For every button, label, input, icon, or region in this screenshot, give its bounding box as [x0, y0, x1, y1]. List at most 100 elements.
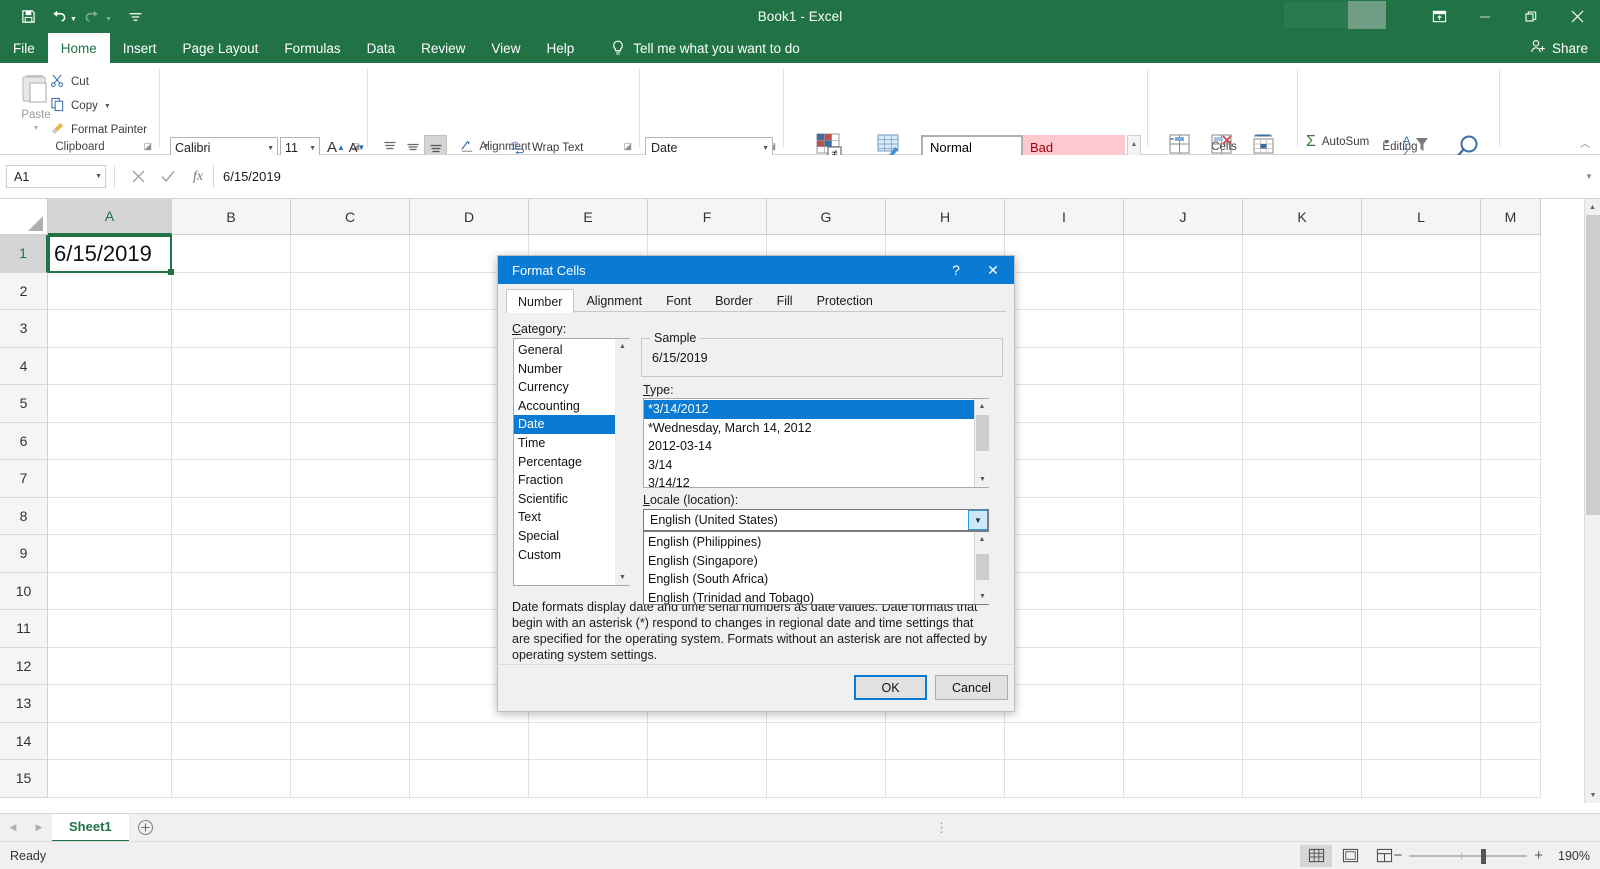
- locale-dropdown-scrollbar[interactable]: ▲ ▼: [974, 532, 989, 604]
- cell-K10[interactable]: [1243, 572, 1362, 610]
- type-scroll-up-icon[interactable]: ▲: [975, 399, 989, 414]
- category-item-4[interactable]: Date: [514, 415, 629, 434]
- cell-L11[interactable]: [1362, 610, 1481, 648]
- customize-qat-icon[interactable]: [122, 5, 150, 29]
- locale-dropdown-caret-icon[interactable]: ▼: [968, 510, 988, 530]
- locale-item-0[interactable]: English (Philippines): [644, 533, 988, 552]
- cell-K9[interactable]: [1243, 535, 1362, 573]
- scroll-up-icon[interactable]: ▲: [1585, 199, 1600, 215]
- minimize-icon[interactable]: [1462, 0, 1508, 33]
- cell-A7[interactable]: [48, 460, 172, 498]
- cell-B8[interactable]: [172, 497, 291, 535]
- cell-L9[interactable]: [1362, 535, 1481, 573]
- cell-E14[interactable]: [529, 722, 648, 760]
- cell-I2[interactable]: [1005, 272, 1124, 310]
- type-scroll-down-icon[interactable]: ▼: [975, 472, 990, 487]
- type-item-0[interactable]: *3/14/2012: [644, 400, 988, 419]
- category-scrollbar[interactable]: ▲ ▼: [615, 339, 630, 585]
- format-painter-button[interactable]: Format Painter: [50, 121, 147, 139]
- cell-M14[interactable]: [1481, 722, 1541, 760]
- locale-combobox[interactable]: English (United States) ▼: [643, 509, 989, 531]
- column-header-k[interactable]: K: [1243, 199, 1362, 235]
- cell-J6[interactable]: [1124, 422, 1243, 460]
- cell-C8[interactable]: [291, 497, 410, 535]
- locale-scroll-down-icon[interactable]: ▼: [975, 589, 990, 604]
- dialog-close-icon[interactable]: ✕: [972, 256, 1014, 284]
- cell-L6[interactable]: [1362, 422, 1481, 460]
- cell-A11[interactable]: [48, 610, 172, 648]
- cell-I6[interactable]: [1005, 422, 1124, 460]
- cell-C13[interactable]: [291, 685, 410, 723]
- type-listbox[interactable]: *3/14/2012 *Wednesday, March 14, 2012 2012…: [643, 398, 989, 488]
- orientation-caret-icon[interactable]: ▼: [479, 139, 493, 153]
- ribbon-tab-page-layout[interactable]: Page Layout: [170, 33, 272, 63]
- close-icon[interactable]: [1554, 0, 1600, 33]
- column-header-d[interactable]: D: [410, 199, 529, 235]
- row-header-11[interactable]: 11: [0, 610, 48, 648]
- cell-A3[interactable]: [48, 310, 172, 348]
- restore-icon[interactable]: [1508, 0, 1554, 33]
- column-header-l[interactable]: L: [1362, 199, 1481, 235]
- type-scrollbar[interactable]: ▲ ▼: [974, 399, 989, 487]
- cell-A13[interactable]: [48, 685, 172, 723]
- clipboard-dialog-launcher[interactable]: ◪: [143, 141, 152, 152]
- sheet-tab-sheet1[interactable]: Sheet1: [52, 813, 129, 842]
- cell-C6[interactable]: [291, 422, 410, 460]
- cell-I12[interactable]: [1005, 647, 1124, 685]
- category-item-7[interactable]: Fraction: [514, 471, 629, 490]
- row-header-2[interactable]: 2: [0, 272, 48, 310]
- cell-B15[interactable]: [172, 760, 291, 798]
- cell-M3[interactable]: [1481, 310, 1541, 348]
- cell-E15[interactable]: [529, 760, 648, 798]
- ribbon-tab-review[interactable]: Review: [408, 33, 478, 63]
- cell-I4[interactable]: [1005, 347, 1124, 385]
- cell-I3[interactable]: [1005, 310, 1124, 348]
- cell-M5[interactable]: [1481, 385, 1541, 423]
- cell-L13[interactable]: [1362, 685, 1481, 723]
- cell-M10[interactable]: [1481, 572, 1541, 610]
- dialog-tab-alignment[interactable]: Alignment: [574, 289, 654, 312]
- type-scroll-thumb[interactable]: [976, 415, 989, 451]
- type-item-4[interactable]: 3/14/12: [644, 474, 988, 487]
- cell-L10[interactable]: [1362, 572, 1481, 610]
- cell-B4[interactable]: [172, 347, 291, 385]
- cell-J11[interactable]: [1124, 610, 1243, 648]
- dialog-help-icon[interactable]: ?: [940, 256, 972, 284]
- cell-A4[interactable]: [48, 347, 172, 385]
- cell-B3[interactable]: [172, 310, 291, 348]
- cell-M11[interactable]: [1481, 610, 1541, 648]
- category-listbox[interactable]: General Number Currency Accounting Date Time P…: [513, 338, 630, 586]
- cell-C7[interactable]: [291, 460, 410, 498]
- ribbon-tab-help[interactable]: Help: [533, 33, 587, 63]
- active-cell-a1[interactable]: 6/15/2019: [48, 235, 172, 273]
- cell-L12[interactable]: [1362, 647, 1481, 685]
- zoom-thumb[interactable]: [1481, 848, 1487, 864]
- cell-L4[interactable]: [1362, 347, 1481, 385]
- cell-C5[interactable]: [291, 385, 410, 423]
- category-scroll-up-icon[interactable]: ▲: [615, 339, 630, 354]
- confirm-entry-icon[interactable]: [153, 170, 183, 183]
- row-header-14[interactable]: 14: [0, 722, 48, 760]
- category-item-3[interactable]: Accounting: [514, 397, 629, 416]
- cell-J3[interactable]: [1124, 310, 1243, 348]
- save-icon[interactable]: [14, 5, 42, 29]
- zoom-out-button[interactable]: −: [1393, 847, 1402, 864]
- cell-I9[interactable]: [1005, 535, 1124, 573]
- cell-B14[interactable]: [172, 722, 291, 760]
- copy-button[interactable]: Copy ▼: [50, 97, 111, 115]
- expand-formula-bar-icon[interactable]: ▼: [1578, 172, 1600, 181]
- insert-function-icon[interactable]: fx: [183, 169, 213, 185]
- share-button[interactable]: Share: [1530, 33, 1588, 63]
- page-layout-view-icon[interactable]: [1334, 845, 1366, 867]
- column-header-j[interactable]: J: [1124, 199, 1243, 235]
- row-header-13[interactable]: 13: [0, 685, 48, 723]
- cell-I8[interactable]: [1005, 497, 1124, 535]
- number-format-caret-icon[interactable]: ▼: [762, 145, 769, 152]
- category-item-9[interactable]: Text: [514, 508, 629, 527]
- column-header-c[interactable]: C: [291, 199, 410, 235]
- undo-dropdown-caret-icon[interactable]: ▼: [70, 16, 77, 23]
- cell-K1[interactable]: [1243, 235, 1362, 273]
- row-header-7[interactable]: 7: [0, 460, 48, 498]
- cell-K5[interactable]: [1243, 385, 1362, 423]
- zoom-slider[interactable]: [1409, 848, 1528, 864]
